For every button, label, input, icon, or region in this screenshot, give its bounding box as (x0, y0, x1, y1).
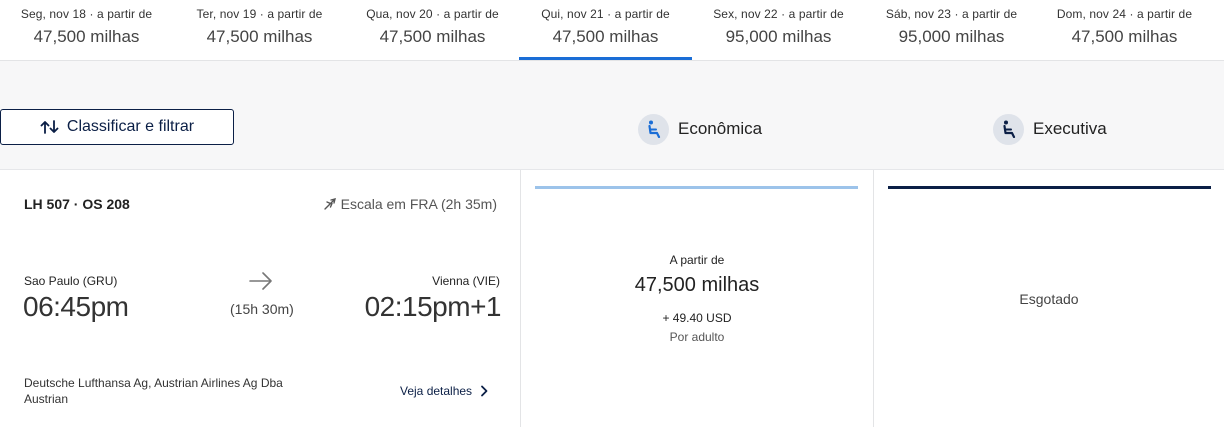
cabin-header-business: Executiva (993, 113, 1107, 145)
business-fare-bar (888, 186, 1211, 189)
flight-duration: (15h 30m) (230, 301, 294, 317)
date-price: 47,500 milhas (206, 27, 313, 46)
cabin-label-economy: Econômica (678, 119, 763, 138)
date-label: Qua, nov 20 · a partir de (366, 7, 499, 21)
fare-taxes: + 49.40 USD (662, 311, 732, 325)
fare-from-label: A partir de (669, 253, 725, 267)
date-tab-tue-nov-19[interactable]: Ter, nov 19 · a partir de 47,500 milhas (173, 0, 346, 60)
date-price: 47,500 milhas (33, 27, 140, 46)
date-price: 95,000 milhas (898, 27, 1005, 46)
date-tab-fri-nov-22[interactable]: Sex, nov 22 · a partir de 95,000 milhas (692, 0, 865, 60)
plane-icon (323, 198, 336, 210)
date-price: 47,500 milhas (1071, 27, 1178, 46)
sort-arrows-icon (40, 120, 59, 134)
date-price: 47,500 milhas (552, 27, 659, 46)
sold-out-label: Esgotado (1019, 291, 1079, 307)
date-label: Sáb, nov 23 · a partir de (885, 7, 1018, 21)
date-tab-thu-nov-21[interactable]: Qui, nov 21 · a partir de 47,500 milhas (519, 0, 692, 60)
date-price: 95,000 milhas (725, 27, 832, 46)
stopover-text: Escala em FRA (2h 35m) (340, 196, 497, 212)
destination-city: Vienna (VIE) (432, 274, 500, 288)
operating-carriers: Deutsche Lufthansa Ag, Austrian Airlines… (24, 376, 283, 406)
date-price: 47,500 milhas (379, 27, 486, 46)
flight-card: LH 507 · OS 208 Escala em FRA (2h 35m) S… (0, 169, 1224, 427)
stopover-info: Escala em FRA (2h 35m) (323, 196, 497, 212)
seat-icon (993, 113, 1024, 145)
date-label: Sex, nov 22 · a partir de (713, 7, 844, 21)
see-details-label: Veja detalhes (400, 384, 473, 398)
departure-time: 06:45pm (23, 291, 129, 322)
seat-icon (638, 113, 669, 145)
date-label: Ter, nov 19 · a partir de (196, 7, 323, 21)
date-tab-sun-nov-24[interactable]: Dom, nov 24 · a partir de 47,500 milhas (1038, 0, 1211, 60)
date-label: Qui, nov 21 · a partir de (541, 7, 670, 21)
see-details-link[interactable]: Veja detalhes (400, 384, 488, 398)
origin-city: Sao Paulo (GRU) (24, 274, 118, 288)
cabin-label-business: Executiva (1033, 119, 1107, 138)
economy-fare-option[interactable]: A partir de 47,500 milhas + 49.40 USD Po… (521, 170, 873, 427)
business-fare-option: Esgotado (874, 170, 1224, 427)
date-tab-sat-nov-23[interactable]: Sáb, nov 23 · a partir de 95,000 milhas (865, 0, 1038, 60)
economy-fare-bar (535, 186, 858, 189)
date-tab-wed-nov-20[interactable]: Qua, nov 20 · a partir de 47,500 milhas (346, 0, 519, 60)
fare-per-adult: Por adulto (669, 330, 725, 344)
sort-filter-button[interactable]: Classificar e filtrar (0, 109, 234, 145)
date-tab-mon-nov-18[interactable]: Seg, nov 18 · a partir de 47,500 milhas (0, 0, 173, 60)
arrow-right-icon (249, 272, 272, 290)
fare-miles: 47,500 milhas (634, 274, 760, 296)
date-label: Seg, nov 18 · a partir de (20, 7, 153, 21)
chevron-right-icon (481, 385, 488, 397)
arrival-time: 02:15pm+1 (364, 291, 502, 322)
date-label: Dom, nov 24 · a partir de (1056, 7, 1193, 21)
cabin-header-economy: Econômica (638, 113, 762, 145)
sort-filter-label: Classificar e filtrar (66, 118, 195, 135)
flight-number: LH 507 · OS 208 (24, 196, 130, 212)
date-selector: Seg, nov 18 · a partir de 47,500 milhas … (0, 0, 1224, 61)
